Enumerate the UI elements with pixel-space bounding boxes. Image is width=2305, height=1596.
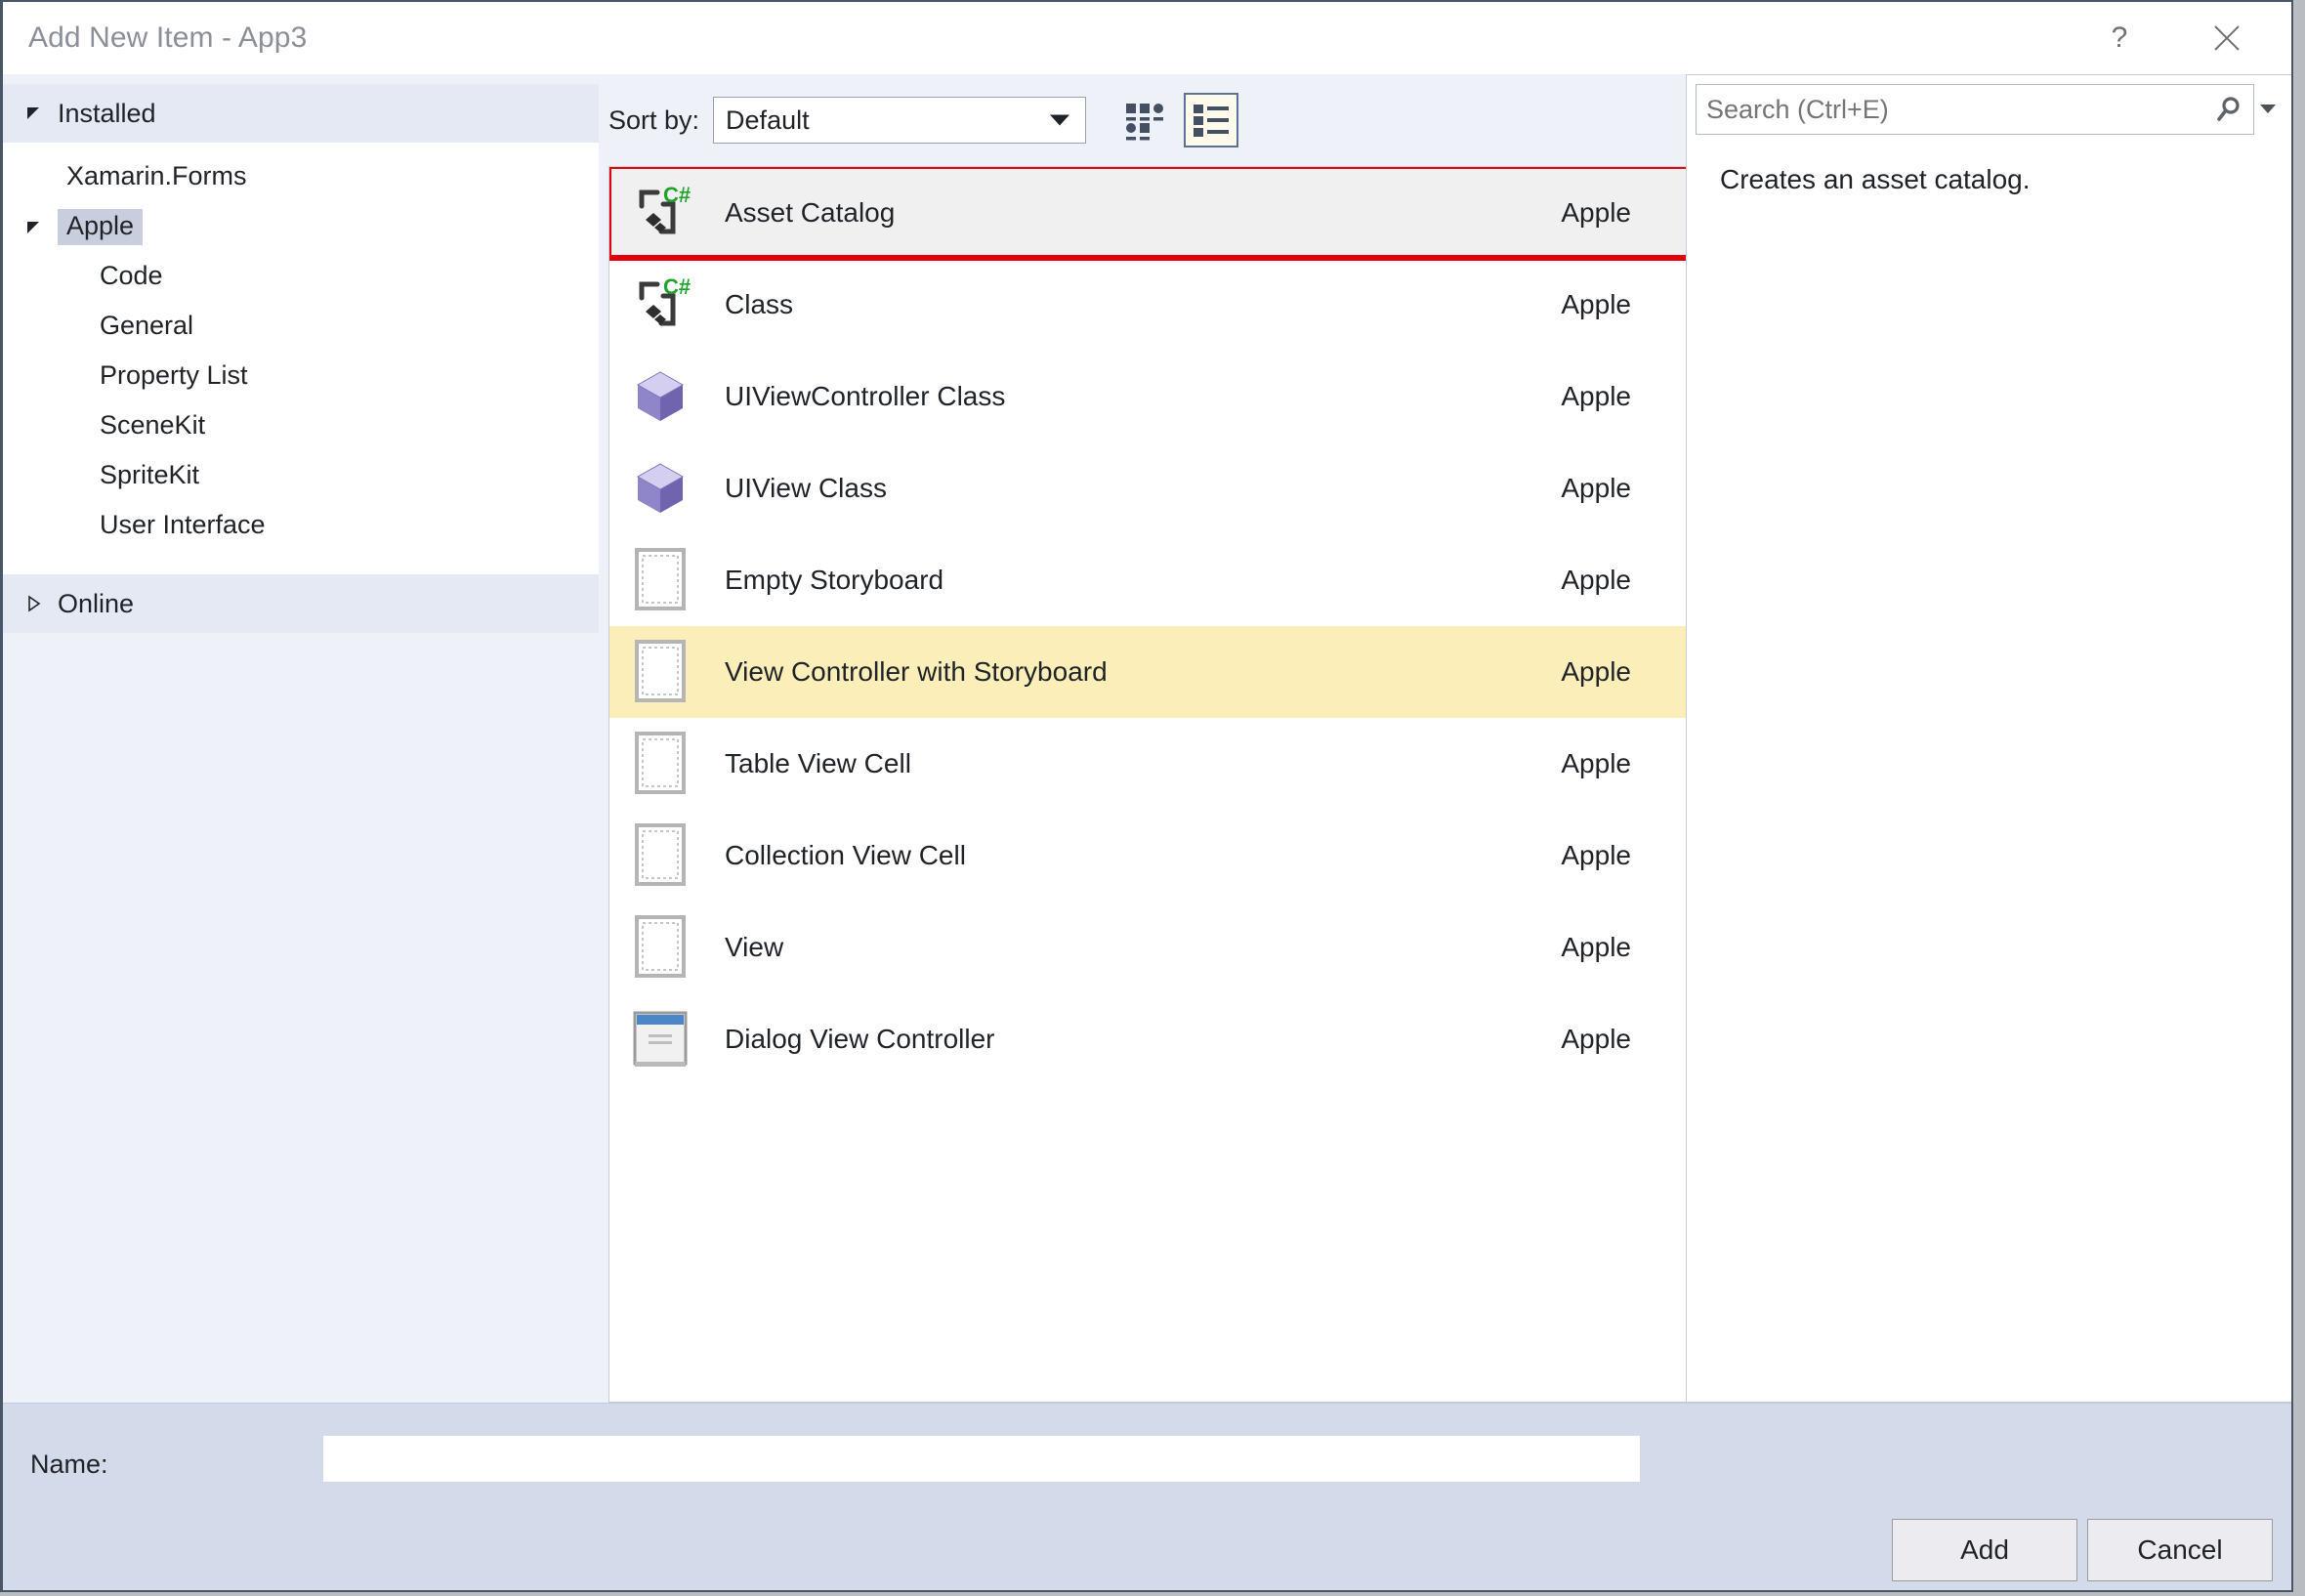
chevron-down-icon[interactable]: [1050, 114, 1070, 126]
close-x-icon[interactable]: [2190, 2, 2264, 74]
purple-cube-icon: [623, 359, 697, 434]
content-row: Installed Xamarin.Forms Apple Code Gener…: [3, 74, 2291, 1403]
list-item-tag: Apple: [1561, 565, 1631, 595]
tree-group-online[interactable]: Online: [3, 574, 599, 633]
svg-text:C#: C#: [663, 274, 691, 299]
add-new-item-dialog: Add New Item - App3 ? Search (Ctrl+E) In…: [0, 0, 2293, 1592]
medium-icons-view-icon[interactable]: [1115, 93, 1170, 147]
name-input[interactable]: [323, 1436, 1640, 1482]
list-item[interactable]: UIView Class Apple: [609, 442, 1686, 534]
list-item-tag: Apple: [1561, 381, 1631, 411]
list-item[interactable]: Collection View Cell Apple: [609, 810, 1686, 902]
search-box[interactable]: [1696, 84, 2282, 135]
list-item-name: Collection View Cell: [725, 840, 966, 870]
list-item-tag: Apple: [1561, 197, 1631, 228]
sidebar-item-label: General: [100, 311, 194, 340]
list-item[interactable]: Table View Cell Apple: [609, 718, 1686, 810]
sidebar-item-label: Xamarin.Forms: [66, 161, 247, 190]
blank-document-icon: [623, 819, 697, 893]
dialog-window-icon: [623, 1002, 697, 1076]
list-item-name: View Controller with Storyboard: [725, 656, 1108, 687]
list-item-name: Class: [725, 289, 794, 319]
sidebar-item-code[interactable]: Code: [3, 252, 599, 302]
add-button[interactable]: Add: [1892, 1519, 2077, 1581]
tree-group-label: Online: [58, 588, 135, 618]
dialog-title: Add New Item - App3: [28, 21, 308, 54]
name-label: Name:: [30, 1449, 108, 1479]
csharp-class-icon: C#: [623, 176, 697, 250]
sidebar-item-label: Apple: [58, 209, 144, 245]
list-item-tag: Apple: [1561, 932, 1631, 962]
sidebar-item-label: User Interface: [100, 510, 266, 539]
sidebar-item-label: SpriteKit: [100, 460, 200, 489]
list-item-name: Asset Catalog: [725, 197, 896, 228]
details-list-view-icon[interactable]: [1184, 93, 1239, 147]
template-list-pane: Sort by: Default C# Asset Catalog Apple …: [599, 74, 1686, 1403]
help-question-mark-icon[interactable]: ?: [2082, 2, 2157, 74]
details-description: Creates an asset catalog.: [1720, 164, 2031, 194]
list-item-tag: Apple: [1561, 656, 1631, 687]
search-input[interactable]: [1706, 94, 2206, 125]
list-item[interactable]: View Controller with Storyboard Apple: [609, 626, 1686, 718]
tree-online-wrap: Online: [3, 574, 599, 633]
sidebar-item-general[interactable]: General: [3, 302, 599, 352]
sidebar-item-property-list[interactable]: Property List: [3, 352, 599, 401]
template-list[interactable]: C# Asset Catalog Apple C# Class Apple UI…: [608, 166, 1686, 1403]
dialog-body: Installed Xamarin.Forms Apple: [3, 74, 2291, 1590]
list-item[interactable]: Dialog View Controller Apple: [609, 993, 1686, 1085]
triangle-down-filled-icon[interactable]: [24, 104, 58, 123]
sidebar-item-user-interface[interactable]: User Interface: [3, 501, 599, 551]
list-item-name: Dialog View Controller: [725, 1024, 995, 1054]
details-panel: Type: Apple Creates an asset catalog.: [1686, 74, 2291, 1403]
blank-document-icon: [623, 543, 697, 617]
list-item-tag: Apple: [1561, 840, 1631, 870]
list-item[interactable]: View Apple: [609, 902, 1686, 993]
list-item[interactable]: Empty Storyboard Apple: [609, 534, 1686, 626]
category-tree: Installed Xamarin.Forms Apple Code Gener…: [3, 74, 599, 1403]
tree-group-installed[interactable]: Installed: [3, 84, 599, 143]
blank-document-icon: [623, 910, 697, 985]
sort-by-dropdown[interactable]: Default: [713, 97, 1087, 144]
sidebar-item-xamarin-forms[interactable]: Xamarin.Forms: [3, 152, 599, 202]
blank-document-icon: [623, 635, 697, 709]
sort-by-label: Sort by:: [608, 105, 700, 135]
list-item-tag: Apple: [1561, 1024, 1631, 1054]
csharp-class-icon: C#: [623, 268, 697, 342]
svg-text:C#: C#: [663, 183, 691, 207]
list-toolbar: Sort by: Default: [599, 74, 1686, 166]
sidebar-item-apple[interactable]: Apple: [3, 202, 599, 252]
sidebar-item-label: Code: [100, 261, 163, 290]
list-item-name: View: [725, 932, 784, 962]
sidebar-item-label: SceneKit: [100, 410, 206, 440]
list-item-name: Table View Cell: [725, 748, 911, 778]
list-item[interactable]: UIViewController Class Apple: [609, 351, 1686, 442]
blank-document-icon: [623, 727, 697, 801]
sidebar-item-label: Property List: [100, 360, 248, 390]
sidebar-item-spritekit[interactable]: SpriteKit: [3, 451, 599, 501]
list-item-name: Empty Storyboard: [725, 565, 944, 595]
list-item-name: UIViewController Class: [725, 381, 1006, 411]
list-item[interactable]: C# Asset Catalog Apple: [609, 167, 1686, 261]
search-chevron-down-icon[interactable]: [2254, 105, 2282, 114]
sidebar-item-scenekit[interactable]: SceneKit: [3, 401, 599, 451]
dialog-footer: Name: Add Cancel: [3, 1403, 2291, 1590]
cancel-button[interactable]: Cancel: [2087, 1519, 2273, 1581]
triangle-right-outline-icon[interactable]: [24, 594, 58, 613]
magnifier-icon[interactable]: [2214, 95, 2243, 124]
sort-by-value: Default: [726, 105, 810, 135]
list-item[interactable]: C# Class Apple: [609, 259, 1686, 351]
tree-installed-children: Xamarin.Forms Apple Code General Propert…: [3, 143, 599, 574]
triangle-down-filled-icon[interactable]: [24, 218, 58, 237]
list-item-tag: Apple: [1561, 473, 1631, 503]
list-item-tag: Apple: [1561, 748, 1631, 778]
list-item-tag: Apple: [1561, 289, 1631, 319]
purple-cube-icon: [623, 451, 697, 525]
dialog-title-bar: Add New Item - App3 ?: [3, 2, 2291, 74]
tree-group-label: Installed: [58, 98, 156, 128]
list-item-name: UIView Class: [725, 473, 887, 503]
